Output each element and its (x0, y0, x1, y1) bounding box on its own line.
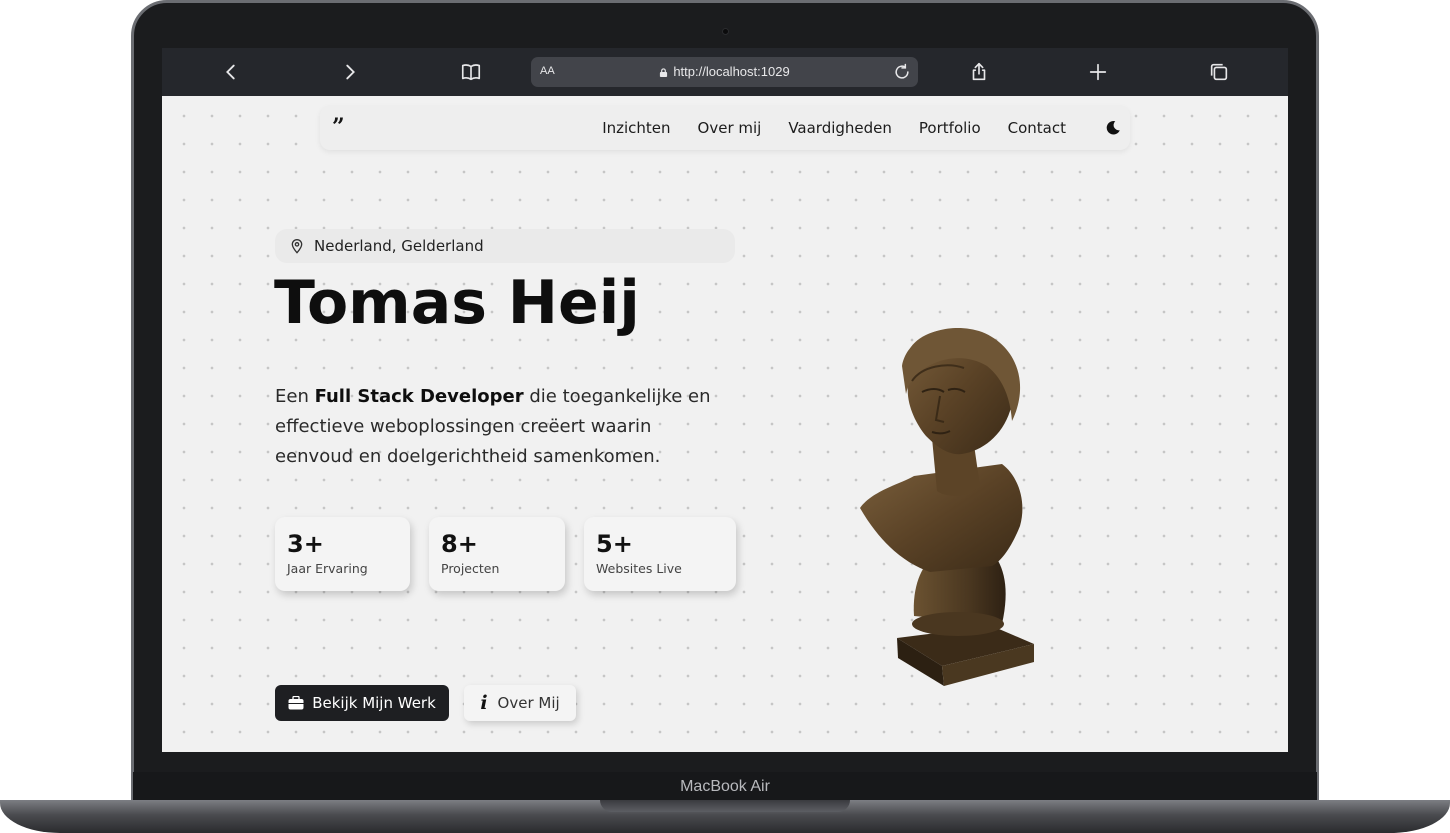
laptop-notch (600, 800, 850, 812)
stat-label: Jaar Ervaring (287, 561, 368, 576)
map-pin-icon (291, 239, 303, 254)
browser-toolbar: AA http://localhost:1029 (162, 48, 1288, 96)
stat-card: 8+ Projecten (429, 517, 565, 591)
moon-icon[interactable] (1104, 119, 1122, 137)
about-me-button[interactable]: i Over Mij (464, 685, 576, 721)
address-bar[interactable]: AA http://localhost:1029 (531, 57, 918, 87)
nav-link-contact[interactable]: Contact (1008, 119, 1066, 137)
stat-card: 3+ Jaar Ervaring (275, 517, 410, 591)
book-icon[interactable] (459, 60, 483, 84)
nav-links: Inzichten Over mij Vaardigheden Portfoli… (602, 119, 1066, 137)
info-icon: i (480, 692, 488, 714)
about-me-label: Over Mij (497, 694, 560, 712)
view-work-label: Bekijk Mijn Werk (312, 694, 436, 712)
bust-sculpture-image (860, 327, 1034, 686)
stat-card: 5+ Websites Live (584, 517, 736, 591)
plus-icon[interactable] (1086, 60, 1110, 84)
view-work-button[interactable]: Bekijk Mijn Werk (275, 685, 449, 721)
location-badge: Nederland, Gelderland (275, 229, 735, 263)
site-logo[interactable]: ” (332, 116, 345, 138)
stat-value: 3+ (287, 530, 324, 558)
hero-intro: Een Full Stack Developer die toegankelij… (275, 382, 725, 472)
stat-label: Websites Live (596, 561, 682, 576)
reload-icon[interactable] (892, 62, 912, 82)
laptop-chin: MacBook Air (133, 772, 1317, 802)
stats-row: 3+ Jaar Ervaring 8+ Projecten 5+ Website… (275, 517, 736, 591)
chevron-right-icon[interactable] (338, 60, 362, 84)
nav-link-over-mij[interactable]: Over mij (698, 119, 762, 137)
stat-value: 5+ (596, 530, 633, 558)
chevron-left-icon[interactable] (219, 60, 243, 84)
intro-text-start: Een (275, 386, 315, 407)
web-page: ” Inzichten Over mij Vaardigheden Portfo… (162, 96, 1288, 752)
nav-link-portfolio[interactable]: Portfolio (919, 119, 981, 137)
url-text: http://localhost:1029 (673, 64, 790, 79)
site-navbar: ” Inzichten Over mij Vaardigheden Portfo… (320, 106, 1130, 150)
location-text: Nederland, Gelderland (314, 237, 484, 255)
stat-label: Projecten (441, 561, 500, 576)
device-label: MacBook Air (680, 778, 770, 795)
nav-link-vaardigheden[interactable]: Vaardigheden (788, 119, 892, 137)
hero-name: Tomas Heij (274, 268, 640, 338)
nav-link-inzichten[interactable]: Inzichten (602, 119, 670, 137)
camera (722, 28, 729, 35)
screen: AA http://localhost:1029 ” Inzichten Ove… (162, 48, 1288, 752)
lock-icon (660, 68, 668, 77)
tabs-icon[interactable] (1207, 60, 1231, 84)
intro-role: Full Stack Developer (314, 386, 524, 407)
briefcase-icon (288, 696, 304, 710)
share-icon[interactable] (967, 60, 991, 84)
stat-value: 8+ (441, 530, 478, 558)
